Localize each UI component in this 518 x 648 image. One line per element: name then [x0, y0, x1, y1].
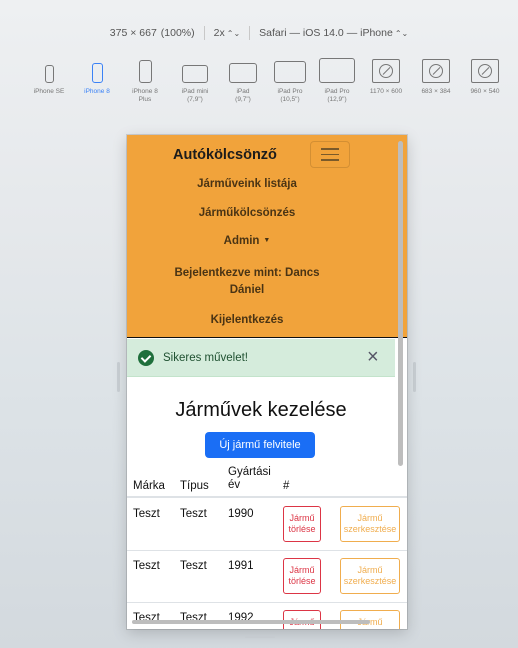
browser-select[interactable]: Safari — iOS 14.0 — iPhone ⌃⌄	[259, 27, 408, 39]
device-label: iPad Pro (12,9")	[324, 88, 350, 103]
header-year-line1: Gyártási	[228, 466, 271, 478]
close-icon[interactable]: ×	[367, 347, 379, 367]
header-brand: Márka	[133, 480, 165, 492]
edit-vehicle-button[interactable]: Járműszerkesztése	[340, 506, 400, 542]
device-label: iPhone SE	[33, 88, 65, 95]
logged-in-line1: Bejelentkezve mint: Dancs	[174, 267, 320, 279]
hamburger-icon	[321, 148, 339, 150]
horizontal-scrollbar[interactable]	[132, 620, 370, 624]
device-960x540[interactable]: 960 × 540	[462, 58, 508, 96]
edit-line1: Jármű	[357, 565, 383, 575]
compass-icon	[471, 59, 499, 83]
cell-type: Teszt	[180, 508, 207, 520]
device-ipad[interactable]: iPad (9,7")	[222, 58, 264, 104]
navbar: Autókölcsönző Járműveink listája Járműkö…	[127, 135, 407, 338]
cell-year: 1990	[228, 508, 254, 520]
tablet-icon	[229, 63, 257, 83]
table-row: Teszt Teszt 1990 Jármű törlése Jármű szerk…	[127, 499, 407, 551]
logged-in-line2: Dániel	[229, 284, 265, 296]
table-row: Teszt Teszt 1991 Jármű törlése Jármű szerk…	[127, 551, 407, 603]
resize-handle-left[interactable]	[117, 362, 120, 392]
chevron-updown-icon: ⌃⌄	[394, 29, 409, 38]
divider	[249, 26, 251, 40]
cell-brand: Teszt	[133, 560, 160, 572]
vertical-scrollbar[interactable]	[398, 141, 403, 466]
nav-logged-in: Bejelentkezve mint: Dancs Dániel	[127, 265, 367, 299]
phone-icon	[91, 63, 103, 83]
device-viewport: Autókölcsönző Járműveink listája Járműkö…	[127, 135, 407, 629]
header-type: Típus	[180, 480, 209, 492]
header-year-line2: év	[228, 479, 241, 491]
edit-line1: Jármű	[357, 513, 383, 523]
device-label: iPad mini (7,9")	[181, 88, 209, 103]
device-683x384[interactable]: 683 × 384	[414, 58, 458, 96]
compass-icon	[372, 59, 400, 83]
edit-vehicle-button[interactable]: Járműszerkesztése	[340, 558, 400, 594]
header-year: Gyártási év	[228, 466, 271, 492]
browser-value: Safari — iOS 14.0 — iPhone	[259, 27, 393, 39]
cell-brand: Teszt	[133, 508, 160, 520]
scale-select[interactable]: 2x ⌃⌄	[214, 27, 241, 39]
phone-icon	[138, 60, 152, 83]
zoom-level: (100%)	[160, 27, 195, 39]
device-label: iPad Pro (10,5")	[277, 88, 303, 103]
delete-line1: Jármű	[289, 565, 315, 575]
nav-admin-dropdown[interactable]: Admin ▼	[127, 235, 367, 247]
device-ipad-pro-12[interactable]: iPad Pro (12,9")	[315, 58, 359, 104]
table-row: Teszt Teszt 1992 Járműtörlése Járműszerk…	[127, 603, 407, 629]
delete-vehicle-button[interactable]: Járműtörlése	[283, 558, 321, 594]
home-indicator	[245, 636, 275, 638]
check-circle-icon	[138, 349, 154, 366]
delete-line2: törlése	[288, 576, 316, 586]
viewport-dimensions: 375 × 667	[109, 27, 157, 39]
hamburger-icon	[321, 159, 339, 161]
table-header: Márka Típus Gyártási év #	[127, 466, 407, 498]
device-ipad-pro-10[interactable]: iPad Pro (10,5")	[268, 58, 312, 104]
chevron-updown-icon: ⌃⌄	[226, 29, 241, 38]
divider	[203, 26, 205, 40]
nav-admin-label: Admin	[223, 235, 260, 247]
delete-line2: törlése	[288, 628, 315, 629]
scale-value: 2x	[213, 27, 225, 39]
header-actions: #	[283, 480, 290, 492]
resize-handle-right[interactable]	[413, 362, 416, 392]
devtools-toolbar: 375 × 667 (100%) 2x ⌃⌄ Safari — iOS 14.0 …	[0, 18, 518, 48]
nav-vehicle-rental[interactable]: Járműkölcsönzés	[127, 207, 367, 219]
device-iphone-se[interactable]: iPhone SE	[31, 58, 67, 96]
edit-line2: szerkesztése	[343, 576, 397, 586]
device-label: iPhone 8	[84, 88, 110, 95]
hamburger-icon	[321, 153, 339, 156]
device-iphone-8[interactable]: iPhone 8	[79, 58, 115, 96]
page-title: Járművek kezelése	[175, 399, 347, 421]
delete-line2: törlése	[288, 524, 316, 534]
device-ipad-mini[interactable]: iPad mini (7,9")	[174, 58, 216, 104]
delete-vehicle-button[interactable]: Járműtörlése	[283, 506, 321, 542]
device-1170x600[interactable]: 1170 × 600	[364, 58, 408, 96]
tablet-icon	[274, 61, 306, 83]
phone-icon	[44, 65, 54, 83]
cell-type: Teszt	[180, 560, 207, 572]
cell-year: 1991	[228, 560, 254, 572]
edit-line2: szerkesztése	[343, 524, 397, 534]
alert-message: Sikeres művelet!	[163, 351, 249, 364]
tablet-icon	[182, 65, 208, 83]
nav-logout[interactable]: Kijelentkezés	[127, 314, 367, 326]
caret-down-icon: ▼	[263, 237, 271, 244]
device-label: 1170 × 600	[369, 88, 403, 95]
delete-line1: Jármű	[289, 513, 315, 523]
device-label: 960 × 540	[470, 88, 500, 95]
compass-icon	[422, 59, 450, 83]
navbar-toggler[interactable]	[310, 141, 350, 168]
device-label: iPad (9,7")	[235, 88, 251, 103]
device-label: iPhone 8 Plus	[132, 88, 158, 103]
brand-link[interactable]: Autókölcsönző	[173, 147, 277, 163]
new-vehicle-button[interactable]: Új jármű felvitele	[205, 432, 315, 458]
device-label: 683 × 384	[421, 88, 451, 95]
device-presets: iPhone SE iPhone 8 iPhone 8 Plus iPad mi…	[0, 58, 518, 128]
nav-vehicle-list[interactable]: Járműveink listája	[127, 178, 367, 190]
success-alert: Sikeres művelet! ×	[127, 339, 395, 377]
edit-line2: szerkesztése	[344, 628, 397, 629]
tablet-icon	[319, 58, 355, 83]
device-iphone-8-plus[interactable]: iPhone 8 Plus	[127, 58, 163, 104]
